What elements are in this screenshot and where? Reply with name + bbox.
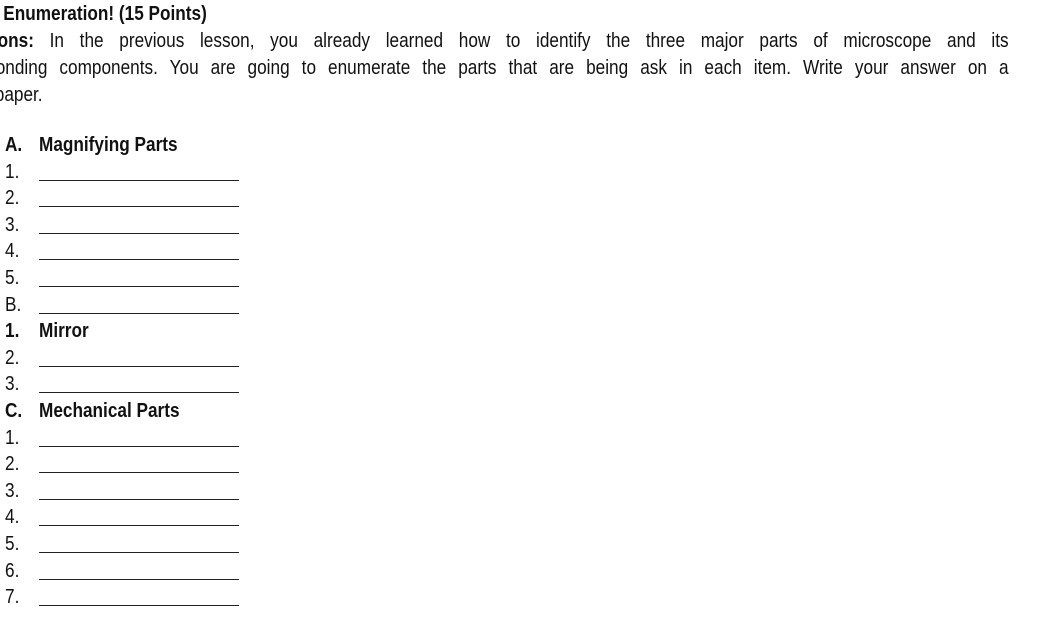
directions-line-3: ow paper.: [0, 84, 43, 106]
item-marker: 3.: [5, 213, 20, 236]
answer-blank-line: [39, 472, 239, 474]
answer-blank-line: [39, 605, 239, 607]
item-marker: 7.: [5, 586, 20, 609]
item-marker: 3.: [5, 373, 20, 396]
answer-blank-line: [39, 285, 239, 287]
section-heading: Magnifying Parts: [39, 134, 178, 156]
answer-blank-line: [39, 179, 239, 181]
item-marker: 3.: [5, 479, 20, 502]
item-marker: 1.: [5, 160, 20, 183]
worksheet-page: k C: Enumeration! (15 Points) ections: I…: [0, 0, 1037, 629]
answer-blank-line: [39, 578, 239, 580]
item-marker: 1.: [5, 320, 20, 343]
answer-blank-line: [39, 551, 239, 553]
directions-line-1: ections: In the previous lesson, you alr…: [0, 28, 1009, 55]
item-marker: 4.: [5, 506, 20, 529]
item-marker: 6.: [5, 559, 20, 582]
answer-blank-line: [39, 206, 239, 208]
task-title: k C: Enumeration! (15 Points): [0, 3, 207, 25]
answer-blank-line: [39, 525, 239, 527]
answer-blank-line: [39, 259, 239, 261]
directions-line-2: esponding components. You are going to e…: [0, 57, 1009, 79]
directions-paragraph: ections: In the previous lesson, you alr…: [0, 28, 1009, 109]
directions-label: ections:: [0, 30, 34, 52]
answer-blank-line: [39, 232, 239, 234]
answer-blank-line: [39, 312, 239, 314]
directions-text-1: In the previous lesson, you already lear…: [33, 30, 1009, 52]
item-marker: C.: [5, 399, 23, 422]
item-marker: 2.: [5, 453, 20, 476]
answer-blank-line: [39, 365, 239, 367]
item-marker: 2.: [5, 346, 20, 369]
section-heading: Mechanical Parts: [39, 399, 180, 422]
answer-blank-line: [39, 445, 239, 447]
item-marker: 5.: [5, 266, 20, 289]
item-marker: 4.: [5, 240, 20, 263]
item-marker: B.: [5, 293, 22, 316]
answer-blank-line: [39, 498, 239, 500]
item-marker: A.: [5, 134, 23, 156]
item-marker: 5.: [5, 532, 20, 555]
item-marker: 2.: [5, 187, 20, 210]
section-heading: Mirror: [39, 320, 89, 343]
answer-blank-line: [39, 392, 239, 394]
item-marker: 1.: [5, 426, 20, 449]
